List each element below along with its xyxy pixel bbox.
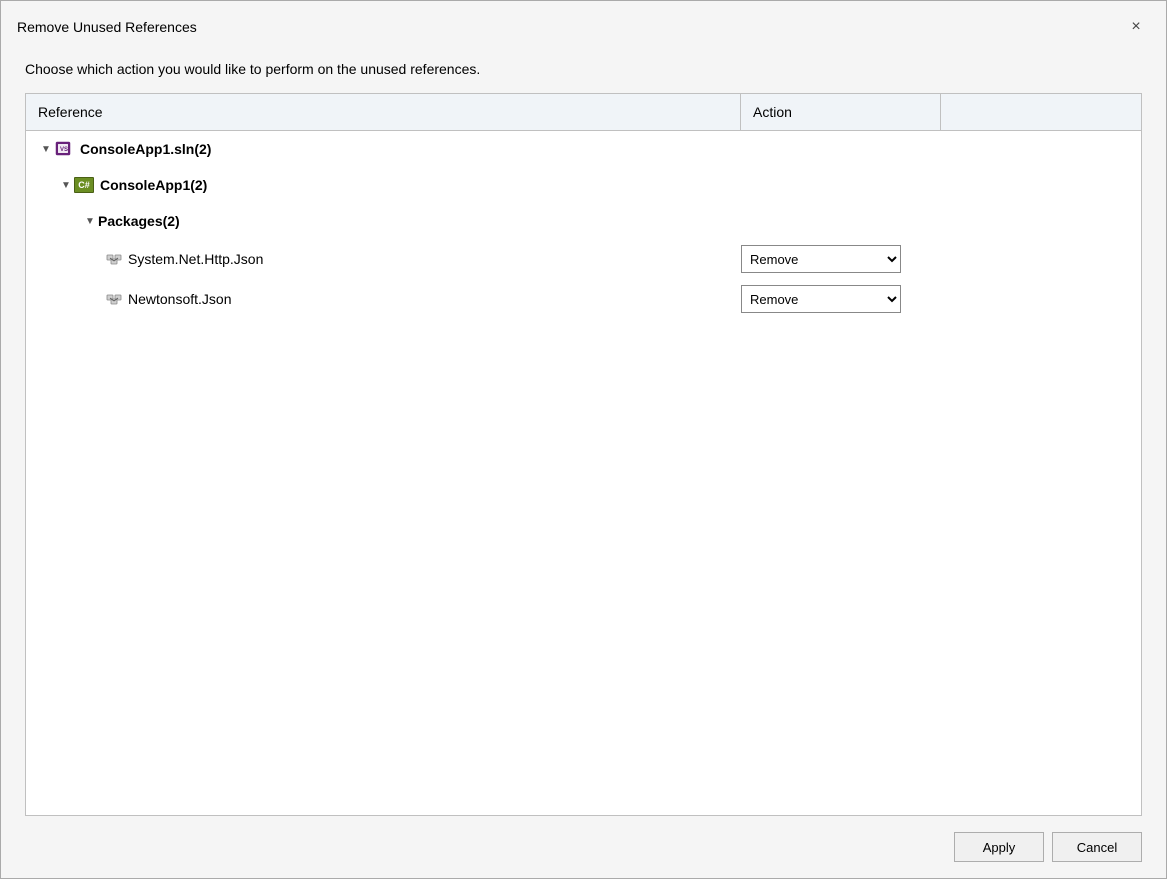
cancel-button[interactable]: Cancel [1052, 832, 1142, 862]
sln-icon: VS [54, 141, 74, 157]
row-action-pkg2[interactable]: Remove Keep [733, 285, 933, 313]
row-content-sln: ▼ VS ConsoleApp1.sln (2) [34, 141, 733, 157]
col-header-reference: Reference [26, 94, 741, 130]
proj-label: ConsoleApp1 [100, 177, 190, 193]
pkg2-action-select[interactable]: Remove Keep [741, 285, 901, 313]
table-row[interactable]: ▼ Packages (2) [26, 203, 1141, 239]
dialog-title: Remove Unused References [17, 19, 197, 35]
expand-arrow-sln[interactable]: ▼ [38, 141, 54, 157]
dialog-footer: Apply Cancel [1, 816, 1166, 878]
svg-text:VS: VS [60, 147, 68, 153]
row-content-proj: ▼ C# ConsoleApp1 (2) [34, 177, 733, 193]
apply-button[interactable]: Apply [954, 832, 1044, 862]
proj-count: (2) [190, 177, 207, 193]
packages-label: Packages [98, 213, 163, 229]
col-header-extra [941, 94, 1141, 130]
pkg2-label: Newtonsoft.Json [128, 291, 232, 307]
row-content-pkg2: Newtonsoft.Json [34, 291, 733, 307]
expand-arrow-proj[interactable]: ▼ [58, 177, 74, 193]
sln-count: (2) [194, 141, 211, 157]
pkg1-action-select[interactable]: Remove Keep [741, 245, 901, 273]
package-icon [106, 291, 122, 307]
table-row[interactable]: System.Net.Http.Json Remove Keep [26, 239, 1141, 279]
references-table: Reference Action ▼ VS ConsoleApp1.s [25, 93, 1142, 816]
close-button[interactable]: × [1122, 13, 1150, 41]
table-row[interactable]: ▼ C# ConsoleApp1 (2) [26, 167, 1141, 203]
dialog-subtitle: Choose which action you would like to pe… [1, 49, 1166, 93]
packages-count: (2) [163, 213, 180, 229]
table-row[interactable]: ▼ VS ConsoleApp1.sln (2) [26, 131, 1141, 167]
row-action-pkg1[interactable]: Remove Keep [733, 245, 933, 273]
row-content-packages: ▼ Packages (2) [34, 213, 733, 229]
row-content-pkg1: System.Net.Http.Json [34, 251, 733, 267]
expand-arrow-packages[interactable]: ▼ [82, 213, 98, 229]
table-header: Reference Action [26, 94, 1141, 131]
remove-unused-references-dialog: Remove Unused References × Choose which … [0, 0, 1167, 879]
package-icon [106, 251, 122, 267]
table-row[interactable]: Newtonsoft.Json Remove Keep [26, 279, 1141, 319]
col-header-action: Action [741, 94, 941, 130]
csharp-icon: C# [74, 177, 94, 193]
pkg1-label: System.Net.Http.Json [128, 251, 263, 267]
sln-label: ConsoleApp1.sln [80, 141, 194, 157]
title-bar: Remove Unused References × [1, 1, 1166, 49]
table-body: ▼ VS ConsoleApp1.sln (2) [26, 131, 1141, 319]
